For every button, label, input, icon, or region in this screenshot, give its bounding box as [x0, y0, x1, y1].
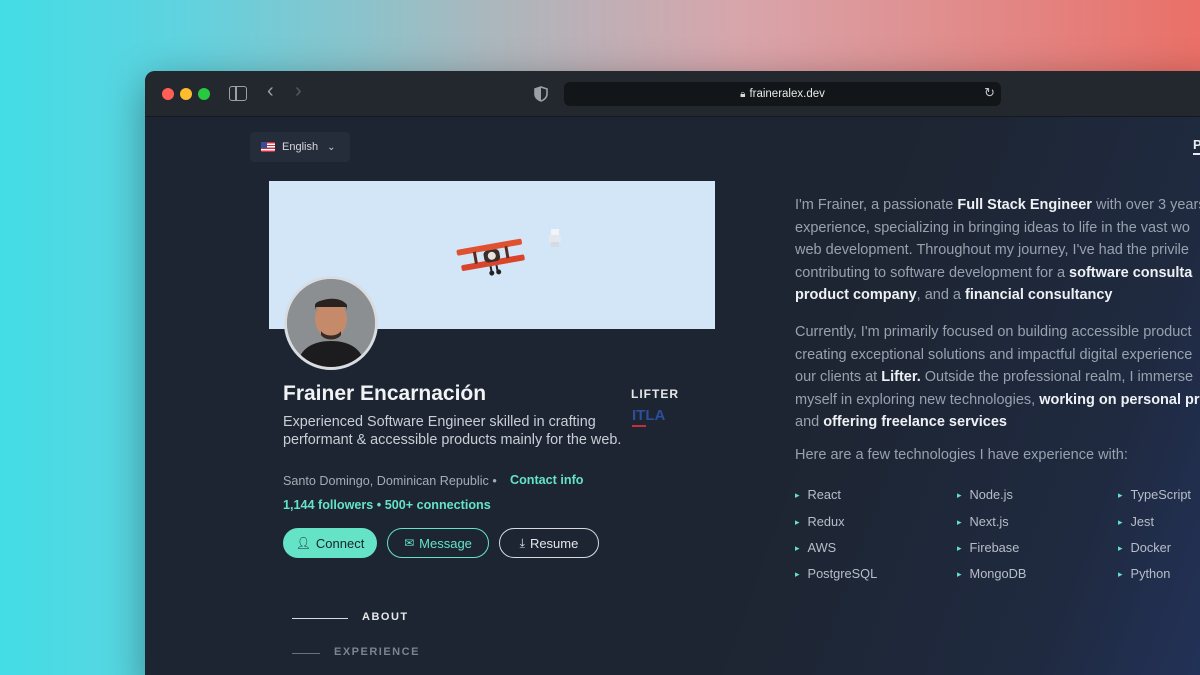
minimize-window-button[interactable]: [180, 88, 192, 100]
forward-icon[interactable]: ›: [295, 81, 302, 101]
profile-photo: [287, 279, 375, 367]
technology-item: Node.js: [957, 487, 1013, 502]
resume-label: Resume: [529, 535, 579, 551]
about-highlight: financial consultancy: [965, 287, 1113, 304]
shield-icon[interactable]: [534, 86, 548, 102]
technology-item: Firebase: [957, 540, 1020, 555]
about-text: myself in exploring new technologies,: [795, 391, 1040, 408]
technology-item: Python: [1118, 566, 1171, 581]
connect-button[interactable]: 👤︎ Connect: [283, 528, 377, 558]
section-nav-experience[interactable]: EXPERIENCE: [334, 646, 420, 658]
language-selector[interactable]: English ⌄: [250, 132, 350, 162]
envelope-icon: ✉: [404, 536, 415, 550]
experience-nav-indicator: [292, 653, 320, 654]
browser-titlebar: ‹ › 🔒︎ fraineralex.dev ↻: [145, 71, 1200, 117]
reload-icon[interactable]: ↻: [984, 85, 995, 101]
add-user-icon: 👤︎: [295, 536, 311, 550]
sidebar-icon[interactable]: [229, 86, 247, 101]
about-text: and: [795, 414, 824, 431]
about-text: , and a: [916, 287, 966, 304]
about-highlight: Full Stack Engineer: [957, 197, 1092, 213]
technology-item: AWS: [795, 540, 837, 555]
about-highlight: software consulta: [1069, 264, 1193, 281]
profile-headline: Experienced Software Engineer skilled in…: [283, 414, 622, 448]
biplane-illustration: [456, 238, 525, 276]
connect-label: Connect: [315, 535, 365, 551]
followers-connections[interactable]: 1,144 followers • 500+ connections: [283, 498, 491, 512]
message-label: Message: [419, 535, 472, 551]
about-section: I'm Frainer, a passionate Full Stack Eng…: [795, 194, 1200, 448]
address-bar[interactable]: 🔒︎ fraineralex.dev ↻: [564, 82, 1001, 106]
about-highlight: working on personal pro: [1039, 391, 1200, 408]
cloud-illustration: [549, 229, 561, 247]
about-text: Outside the professional realm, I immers…: [920, 369, 1194, 386]
company-logo-text[interactable]: LIFTER: [631, 387, 679, 401]
about-text: creating exceptional solutions and impac…: [795, 346, 1193, 363]
maximize-window-button[interactable]: [198, 88, 210, 100]
about-text: with over 3 years: [1091, 197, 1200, 213]
technology-item: React: [795, 487, 841, 502]
about-text: contributing to software development for…: [795, 264, 1070, 281]
message-button[interactable]: ✉ Message: [387, 528, 489, 558]
technology-item: PostgreSQL: [795, 566, 878, 581]
resume-button[interactable]: ⤓ Resume: [499, 528, 599, 558]
technology-item: Jest: [1118, 514, 1154, 529]
download-icon: ⤓: [519, 536, 525, 550]
language-label: English: [282, 141, 319, 153]
about-text: I'm Frainer, a passionate: [795, 197, 958, 213]
location-text: Santo Domingo, Dominican Republic: [283, 474, 489, 488]
about-highlight: product company: [795, 287, 917, 304]
technology-item: Next.js: [957, 514, 1009, 529]
about-nav-indicator: [292, 618, 348, 619]
url-text: fraineralex.dev: [749, 88, 825, 100]
about-paragraph-2: Currently, I'm primarily focused on buil…: [795, 321, 1200, 434]
location-separator: •: [492, 474, 497, 488]
about-text: web development. Throughout my journey, …: [795, 242, 1189, 259]
contact-info-link[interactable]: Contact info: [510, 473, 583, 487]
technologies-intro: Here are a few technologies I have exper…: [795, 447, 1128, 463]
profile-name: Frainer Encarnación: [283, 382, 487, 405]
about-text: our clients at: [795, 369, 882, 386]
about-text: experience, specializing in bringing ide…: [795, 219, 1190, 236]
company-logo-icon: ITLA: [632, 407, 668, 429]
about-highlight: offering freelance services: [823, 414, 1007, 431]
about-paragraph-1: I'm Frainer, a passionate Full Stack Eng…: [795, 194, 1200, 307]
technology-item: MongoDB: [957, 566, 1027, 581]
browser-window: ‹ › 🔒︎ fraineralex.dev ↻ English ⌄ P Fra…: [145, 71, 1200, 675]
about-text: Currently, I'm primarily focused on buil…: [795, 323, 1192, 340]
back-icon[interactable]: ‹: [267, 81, 274, 101]
top-nav-item[interactable]: P: [1193, 137, 1200, 155]
page-content: English ⌄ P Frainer Encarnación LIFTER I…: [145, 117, 1200, 675]
section-nav-about[interactable]: ABOUT: [362, 611, 409, 623]
technology-item: Docker: [1118, 540, 1172, 555]
about-highlight: Lifter.: [881, 369, 921, 386]
us-flag-icon: [261, 142, 275, 152]
profile-location: Santo Domingo, Dominican Republic •: [283, 474, 497, 488]
chevron-down-icon: ⌄: [327, 141, 336, 153]
lock-icon: 🔒︎: [740, 89, 746, 100]
avatar[interactable]: [284, 276, 378, 370]
technology-item: TypeScript: [1118, 487, 1191, 502]
technology-item: Redux: [795, 514, 845, 529]
close-window-button[interactable]: [162, 88, 174, 100]
